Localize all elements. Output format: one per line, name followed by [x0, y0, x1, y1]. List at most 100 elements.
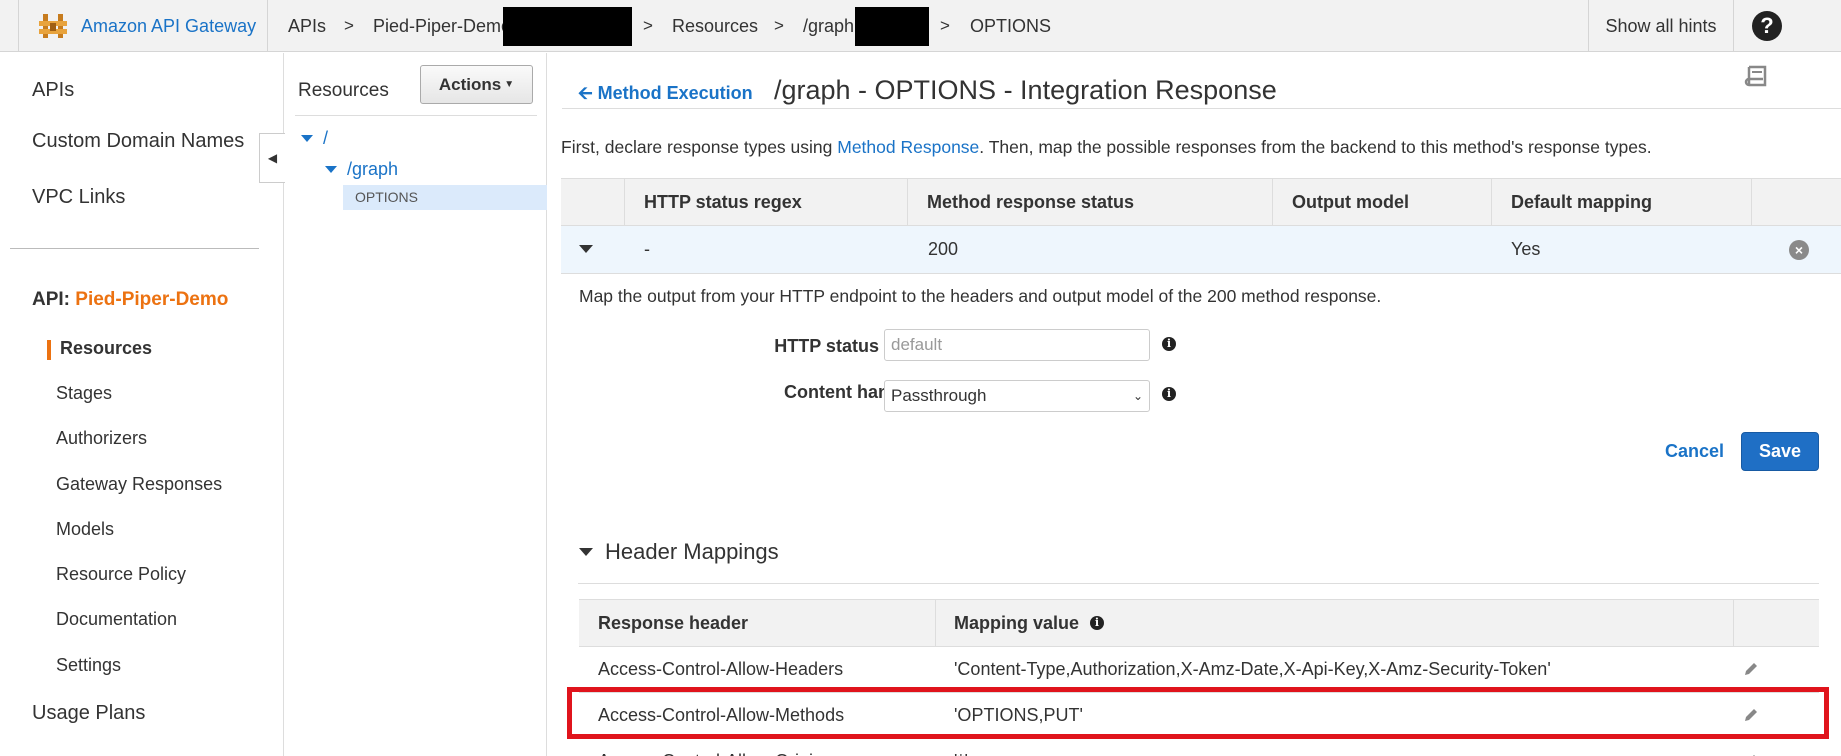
column-header-default-mapping: Default mapping	[1511, 192, 1653, 212]
column-divider	[1733, 600, 1734, 646]
close-circle-icon[interactable]: ×	[1789, 240, 1809, 260]
nav-item-apis[interactable]: APIs	[32, 79, 74, 102]
nav-item-usage-plans[interactable]: Usage Plans	[32, 702, 145, 725]
pencil-icon[interactable]	[1743, 661, 1759, 677]
header-mappings-table-header: Response header Mapping value i	[579, 599, 1819, 647]
active-indicator	[47, 340, 51, 360]
cancel-button[interactable]: Cancel	[1665, 441, 1724, 462]
divider	[578, 583, 1819, 584]
info-icon[interactable]: i	[1162, 387, 1176, 401]
nav-item-documentation[interactable]: Documentation	[56, 609, 177, 630]
resources-title: Resources	[298, 80, 389, 101]
content-handling-value: Passthrough	[891, 386, 987, 405]
brand-name: Amazon API Gateway	[81, 15, 257, 36]
api-gateway-logo-icon	[39, 14, 67, 38]
page-title: /graph - OPTIONS - Integration Response	[774, 75, 1277, 105]
nav-item-stages[interactable]: Stages	[56, 383, 112, 404]
method-execution-link[interactable]: 🡨 Method Execution	[578, 81, 753, 111]
breadcrumb-resources[interactable]: Resources	[672, 0, 758, 52]
table-row: Access-Control-Allow-Methods 'OPTIONS,PU…	[567, 687, 1829, 739]
breadcrumb-path[interactable]: /graph	[803, 0, 854, 52]
column-header-mapping-value: Mapping value	[954, 613, 1080, 633]
caret-down-icon[interactable]	[579, 245, 593, 253]
actions-label: Actions	[438, 74, 502, 94]
caret-down-icon[interactable]	[579, 548, 593, 556]
tree-caret-icon[interactable]	[301, 135, 313, 142]
save-button[interactable]: Save	[1741, 432, 1819, 471]
left-navigation: APIs Custom Domain Names VPC Links API: …	[0, 53, 285, 756]
column-header-response-header: Response header	[598, 613, 749, 633]
collapse-sidebar-button[interactable]: ◀	[259, 133, 285, 183]
intro-text-before: First, declare response types using	[561, 137, 838, 157]
method-execution-label: Method Execution	[597, 83, 753, 103]
help-icon: ?	[1752, 11, 1782, 41]
api-label: API: Pied-Piper-Demo	[32, 289, 228, 311]
cell-response-header: Access-Control-Allow-Methods	[598, 705, 845, 725]
main-content: 🡨 Method Execution /graph - OPTIONS - In…	[560, 53, 1841, 756]
redaction-box	[503, 7, 632, 46]
actions-dropdown-button[interactable]: Actions ▼	[420, 65, 533, 104]
cell-mapping-value: '*'	[954, 739, 968, 756]
tree-item-graph[interactable]: /graph	[347, 159, 398, 180]
breadcrumb-separator: >	[643, 16, 653, 35]
cell-status: 200	[928, 239, 959, 259]
column-divider	[1272, 179, 1273, 225]
column-divider	[907, 179, 908, 225]
column-divider	[624, 179, 625, 225]
tree-item-options[interactable]: OPTIONS	[343, 185, 547, 210]
table-row[interactable]: - 200 Yes ×	[561, 226, 1841, 274]
redaction-box	[855, 7, 929, 46]
nav-item-resources[interactable]: Resources	[60, 338, 152, 359]
nav-item-resource-policy[interactable]: Resource Policy	[56, 564, 186, 585]
nav-item-custom-domain-names[interactable]: Custom Domain Names	[32, 130, 244, 153]
book-icon[interactable]	[1744, 65, 1768, 91]
breadcrumb-apis[interactable]: APIs	[288, 0, 326, 52]
column-divider	[1751, 179, 1752, 225]
cell-mapping-value: 'Content-Type,Authorization,X-Amz-Date,X…	[954, 659, 1551, 679]
content-handling-select[interactable]: Passthrough ⌄	[884, 380, 1150, 412]
nav-item-vpc-links[interactable]: VPC Links	[32, 186, 125, 209]
nav-item-settings[interactable]: Settings	[56, 655, 121, 676]
table-row: Access-Control-Allow-Headers 'Content-Ty…	[579, 647, 1819, 693]
method-response-link[interactable]: Method Response	[837, 137, 979, 157]
cell-response-header: Access-Control-Allow-Headers	[598, 659, 844, 679]
breadcrumb-separator: >	[344, 16, 354, 35]
show-hints-button[interactable]: Show all hints	[1588, 0, 1734, 52]
divider	[295, 115, 537, 116]
response-table-header: HTTP status regex Method response status…	[561, 178, 1841, 226]
top-bar: Amazon API Gateway APIs > Pied-Piper-Dem…	[0, 0, 1841, 52]
cell-response-header: Access-Control-Allow-Origin	[598, 739, 823, 756]
info-icon[interactable]: i	[1162, 337, 1176, 351]
dropdown-chevron-icon: ⌄	[1132, 389, 1143, 403]
caret-down-icon: ▼	[504, 79, 515, 90]
back-arrow-icon: 🡨	[578, 83, 593, 103]
help-button[interactable]: ?	[1752, 0, 1782, 52]
cell-default-mapping: Yes	[1511, 239, 1541, 259]
breadcrumb-api-name[interactable]: Pied-Piper-Demo	[373, 0, 511, 52]
nav-divider	[10, 248, 259, 249]
tree-caret-icon[interactable]	[325, 166, 337, 173]
column-divider	[935, 600, 936, 646]
api-name[interactable]: Pied-Piper-Demo	[75, 289, 228, 310]
column-header-http-status-regex: HTTP status regex	[644, 192, 802, 212]
collapse-icon: ◀	[267, 151, 278, 165]
tree-item-root[interactable]: /	[323, 128, 328, 149]
breadcrumb-separator: >	[774, 16, 784, 35]
info-icon[interactable]: i	[1090, 616, 1104, 630]
nav-item-gateway-responses[interactable]: Gateway Responses	[56, 474, 222, 495]
nav-item-models[interactable]: Models	[56, 519, 114, 540]
brand-link[interactable]: Amazon API Gateway	[18, 0, 268, 52]
resources-panel: Resources Actions ▼ / /graph OPTIONS	[285, 53, 547, 756]
header-mappings-title[interactable]: Header Mappings	[605, 539, 779, 565]
column-divider	[1491, 179, 1492, 225]
pencil-icon[interactable]	[1743, 707, 1759, 723]
cell-mapping-value: 'OPTIONS,PUT'	[954, 705, 1083, 725]
table-row: Access-Control-Allow-Origin '*'	[579, 739, 1819, 756]
breadcrumb-separator: >	[940, 16, 950, 35]
breadcrumb-method: OPTIONS	[970, 15, 1052, 36]
column-header-output-model: Output model	[1292, 192, 1409, 212]
http-status-regex-input[interactable]	[884, 329, 1150, 361]
nav-item-authorizers[interactable]: Authorizers	[56, 428, 147, 449]
intro-text: First, declare response types using Meth…	[561, 137, 1652, 158]
api-label-prefix: API:	[32, 289, 70, 310]
